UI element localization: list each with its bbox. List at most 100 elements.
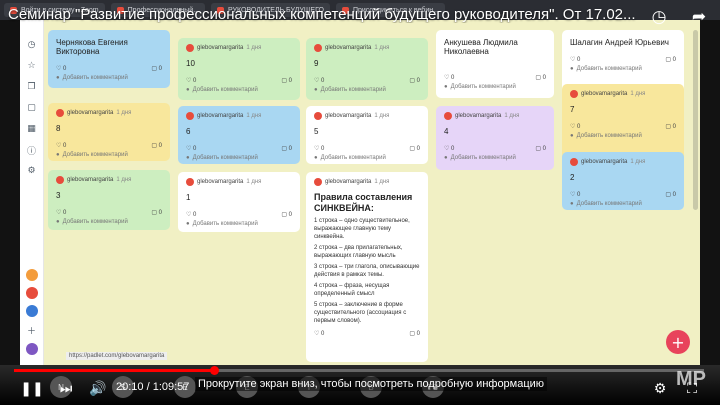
comment-count[interactable]: ▢ 0 — [535, 74, 546, 81]
like-button[interactable]: ♡ 0 — [444, 145, 454, 152]
post-actions: ♡ 0 ▢ 0 — [186, 145, 292, 152]
add-comment[interactable]: ● Добавить комментарий — [56, 219, 162, 225]
comment-count[interactable]: ▢ 0 — [409, 330, 420, 337]
settings-gear-icon[interactable]: ⚙ — [650, 378, 670, 400]
post-card[interactable]: glebovamargarita 1 дня 8 ♡ 0 ▢ 0 ● Добавит… — [48, 103, 170, 161]
post-text: 3 строка – три глагола, описывающие дейс… — [314, 264, 420, 278]
add-comment[interactable]: ● Добавить комментарий — [186, 155, 292, 161]
post-card[interactable]: Анкушева Людмила Николаевна ♡ 0 ▢ 0 ● Доб… — [436, 30, 554, 98]
post-card[interactable]: glebovamargarita 1 дня 5 ♡ 0 ▢ 0 ● Добавит… — [306, 106, 428, 164]
info-icon[interactable]: ⓘ — [25, 143, 39, 157]
pause-icon[interactable]: ❚❚ — [20, 378, 43, 400]
comment-count[interactable]: ▢ 0 — [535, 145, 546, 152]
add-comment[interactable]: ● Добавить комментарий — [444, 84, 546, 90]
share-icon[interactable]: ➦ — [688, 6, 710, 28]
like-button[interactable]: ♡ 0 — [314, 145, 324, 152]
comment-count[interactable]: ▢ 0 — [281, 145, 292, 152]
fullscreen-icon[interactable]: ⛶ — [682, 378, 702, 400]
like-button[interactable]: ♡ 0 — [314, 330, 324, 337]
star-icon[interactable]: ☆ — [25, 59, 39, 73]
like-button[interactable]: ♡ 0 — [56, 209, 66, 216]
comment-count[interactable]: ▢ 0 — [151, 209, 162, 216]
add-comment[interactable]: ● Добавить комментарий — [570, 133, 676, 139]
progress-fill — [14, 369, 215, 372]
like-button[interactable]: ♡ 0 — [186, 77, 196, 84]
post-actions: ♡ 0 ▢ 0 — [570, 191, 676, 198]
add-comment[interactable]: ● Добавить комментарий — [314, 155, 420, 161]
comment-count[interactable]: ▢ 0 — [151, 65, 162, 72]
post-card[interactable]: glebovamargarita 1 дня 7 ♡ 0 ▢ 0 ● Добавит… — [562, 84, 684, 162]
avatar — [56, 109, 64, 117]
comment-count[interactable]: ▢ 0 — [665, 56, 676, 63]
comment-count[interactable]: ▢ 0 — [409, 77, 420, 84]
like-button[interactable]: ♡ 0 — [570, 191, 580, 198]
padlet-board[interactable]: Чернякова Евгения Викторовна ♡ 0 ▢ 0 ● До… — [44, 20, 700, 365]
comment-count[interactable]: ▢ 0 — [409, 145, 420, 152]
like-button[interactable]: ♡ 0 — [56, 142, 66, 149]
post-actions: ♡ 0 ▢ 0 — [56, 65, 162, 72]
post-card[interactable]: Чернякова Евгения Викторовна ♡ 0 ▢ 0 ● До… — [48, 30, 170, 88]
like-button[interactable]: ♡ 0 — [56, 65, 66, 72]
like-button[interactable]: ♡ 0 — [314, 77, 324, 84]
post-card[interactable]: glebovamargarita 1 дня 9 ♡ 0 ▢ 0 ● Добавит… — [306, 38, 428, 100]
app-sidebar: ◷ ☆ ❐ ▢ ▦ ⓘ ⚙ ＋ — [20, 20, 44, 365]
window-icon[interactable]: ▢ — [25, 101, 39, 115]
clock-icon[interactable]: ◷ — [25, 38, 39, 52]
post-text: 1 строка – одно существительное, выражаю… — [314, 218, 410, 240]
comment-count[interactable]: ▢ 0 — [281, 211, 292, 218]
post-card[interactable]: glebovamargarita 1 дня 6 ♡ 0 ▢ 0 ● Добавит… — [178, 106, 300, 164]
comment-count[interactable]: ▢ 0 — [281, 77, 292, 84]
post-card[interactable]: glebovamargarita 1 дня 2 ♡ 0 ▢ 0 ● Добавит… — [562, 152, 684, 210]
post-author: glebovamargarita 1 дня — [444, 112, 546, 120]
board-scrollbar[interactable] — [693, 30, 698, 210]
add-comment[interactable]: ● Добавить комментарий — [570, 66, 676, 72]
post-text: 4 — [444, 127, 449, 136]
comment-count[interactable]: ▢ 0 — [665, 123, 676, 130]
app-icon[interactable] — [25, 305, 38, 317]
post-card[interactable]: glebovamargarita 1 дня 10 ♡ 0 ▢ 0 ● Добави… — [178, 38, 300, 100]
add-comment[interactable]: ● Добавить комментарий — [186, 87, 292, 93]
like-button[interactable]: ♡ 0 — [570, 123, 580, 130]
plus-icon[interactable]: ＋ — [25, 323, 39, 337]
volume-icon[interactable]: 🔊 — [88, 378, 108, 400]
like-button[interactable]: ♡ 0 — [186, 145, 196, 152]
letterbox-right — [700, 20, 720, 365]
post-actions: ♡ 0 ▢ 0 — [186, 77, 292, 84]
like-button[interactable]: ♡ 0 — [570, 56, 580, 63]
app-icon[interactable] — [25, 287, 38, 299]
post-card[interactable]: glebovamargarita 1 дня 4 ♡ 0 ▢ 0 ● Добавит… — [436, 106, 554, 170]
post-card[interactable]: glebovamargarita 1 дня 1 ♡ 0 ▢ 0 ● Добавит… — [178, 172, 300, 232]
add-comment[interactable]: ● Добавить комментарий — [186, 221, 292, 227]
post-card[interactable]: glebovamargarita 1 дня Правила составлени… — [306, 172, 428, 362]
comment-count[interactable]: ▢ 0 — [665, 191, 676, 198]
grid-icon[interactable]: ▦ — [25, 122, 39, 136]
gear-icon[interactable]: ⚙ — [25, 164, 39, 178]
scroll-hint: Прокрутите экран вниз, чтобы посмотреть … — [195, 377, 548, 391]
add-comment[interactable]: ● Добавить комментарий — [570, 201, 676, 207]
copy-icon[interactable]: ❐ — [25, 80, 39, 94]
post-title: Чернякова Евгения Викторовна — [56, 38, 128, 56]
comment-count[interactable]: ▢ 0 — [151, 142, 162, 149]
add-comment[interactable]: ● Добавить комментарий — [314, 87, 420, 93]
post-card[interactable]: glebovamargarita 1 дня 3 ♡ 0 ▢ 0 ● Добавит… — [48, 170, 170, 230]
like-button[interactable]: ♡ 0 — [444, 74, 454, 81]
avatar — [570, 158, 578, 166]
app-icon[interactable] — [25, 269, 38, 281]
post-actions: ♡ 0 ▢ 0 — [186, 211, 292, 218]
video-title[interactable]: Семинар "Развитие профессиональных компе… — [8, 6, 648, 23]
add-post-button[interactable]: + — [666, 330, 690, 354]
post-actions: ♡ 0 ▢ 0 — [444, 145, 546, 152]
add-comment[interactable]: ● Добавить комментарий — [444, 155, 546, 161]
add-comment[interactable]: ● Добавить комментарий — [56, 152, 162, 158]
avatar — [56, 176, 64, 184]
post-actions: ♡ 0 ▢ 0 — [570, 56, 676, 63]
post-text: 2 — [570, 173, 575, 182]
app-icon[interactable] — [25, 343, 38, 355]
like-button[interactable]: ♡ 0 — [186, 211, 196, 218]
next-icon[interactable]: ⏭ — [56, 378, 76, 400]
post-author: glebovamargarita 1 дня — [186, 44, 292, 52]
video-progress-bar[interactable] — [14, 366, 704, 375]
add-comment[interactable]: ● Добавить комментарий — [56, 75, 162, 81]
clock-icon[interactable]: ◷ — [648, 6, 670, 28]
post-author: glebovamargarita 1 дня — [186, 112, 292, 120]
